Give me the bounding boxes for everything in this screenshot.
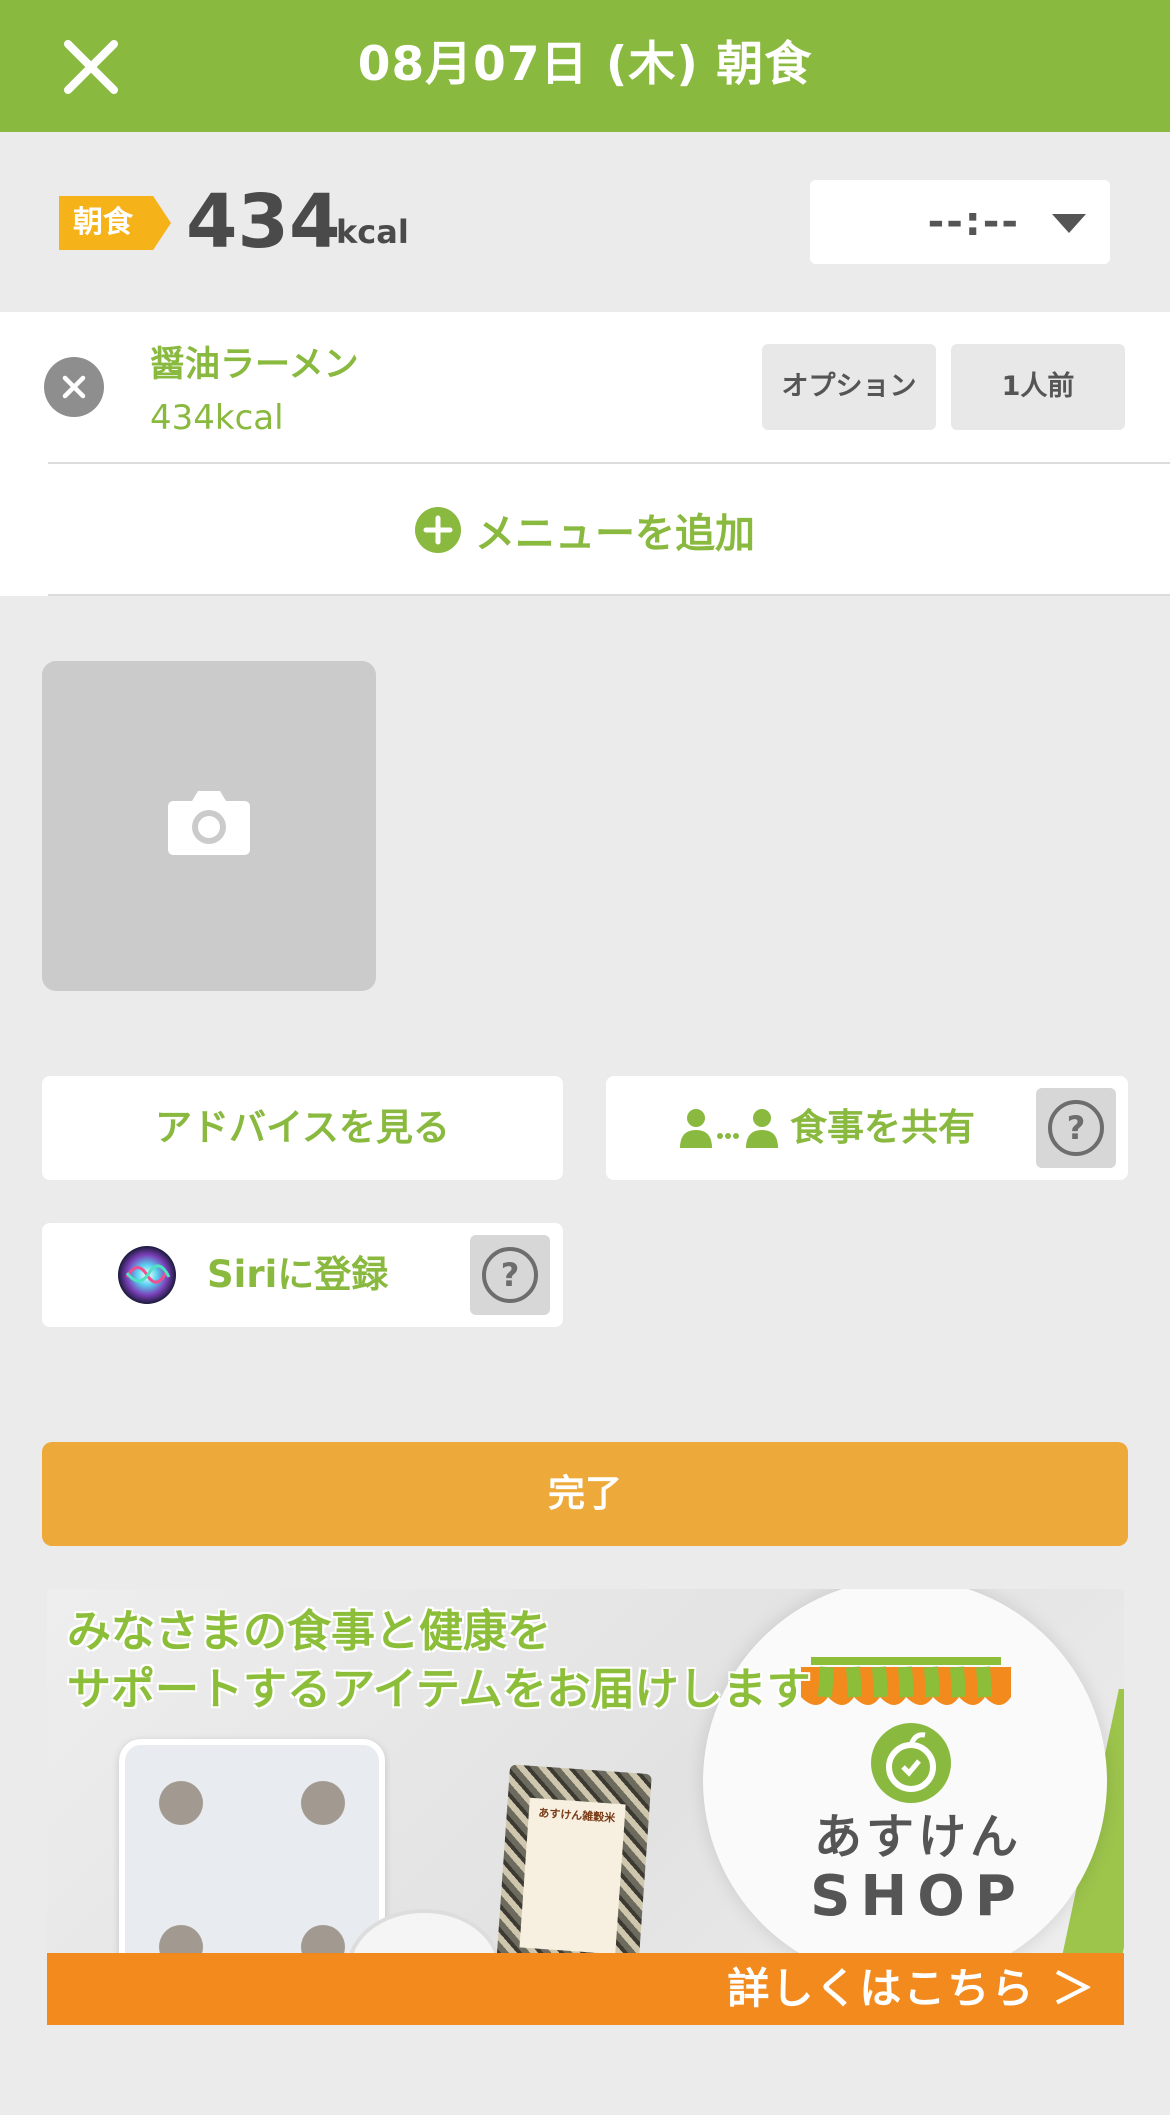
view-advice-button[interactable]: アドバイスを見る <box>42 1076 563 1180</box>
plus-circle-icon <box>415 507 461 553</box>
time-select[interactable]: --:-- <box>810 180 1110 264</box>
total-calories: 434 <box>186 179 341 265</box>
svg-text:?: ? <box>1067 1109 1086 1147</box>
calorie-unit: kcal <box>336 213 409 251</box>
option-button[interactable]: オプション <box>762 344 936 430</box>
chevron-down-icon <box>1052 214 1086 233</box>
shop-name: あすけん <box>813 1809 1022 1865</box>
grain-pack-title: あすけん雑穀米 <box>537 1806 616 1825</box>
scale-pad <box>301 1781 345 1825</box>
page-title: 08月07日 (木) 朝食 <box>357 37 813 92</box>
serving-button[interactable]: 1人前 <box>951 344 1125 430</box>
siri-help-button[interactable]: ? <box>470 1235 550 1315</box>
shop-awning-icon <box>801 1657 1011 1705</box>
food-item-kcal: 434kcal <box>150 398 284 438</box>
divider <box>48 594 1170 596</box>
banner-headline-line2: サポートするアイテムをお届けします <box>67 1664 811 1715</box>
add-menu-label: メニューを追加 <box>475 511 755 557</box>
done-button[interactable]: 完了 <box>42 1442 1128 1546</box>
svg-text:?: ? <box>501 1256 520 1294</box>
banner-headline-line1: みなさまの食事と健康を <box>67 1606 551 1657</box>
remove-item-button[interactable] <box>44 357 104 417</box>
banner-cta-link[interactable]: 詳しくはこちら ＞ <box>727 1961 1096 2017</box>
shop-logo-icon <box>871 1723 951 1803</box>
share-meal-label: 食事を共有 <box>790 1106 975 1149</box>
add-photo-button[interactable] <box>42 661 376 991</box>
share-help-button[interactable]: ? <box>1036 1088 1116 1168</box>
add-menu-button[interactable]: メニューを追加 <box>0 466 1170 594</box>
siri-register-label: Siriに登録 <box>207 1253 389 1296</box>
food-item-list: 醤油ラーメン 434kcal オプション 1人前 メニューを追加 <box>0 312 1170 596</box>
grain-pack-label: あすけん雑穀米 <box>519 1797 626 1955</box>
food-item-name[interactable]: 醤油ラーメン <box>150 342 359 388</box>
view-advice-label: アドバイスを見る <box>155 1106 450 1149</box>
scale-pad <box>159 1781 203 1825</box>
camera-icon <box>168 791 250 855</box>
siri-register-button[interactable]: Siriに登録 ? <box>42 1223 563 1327</box>
time-value: --:-- <box>927 199 1020 245</box>
meal-summary: 朝食 434 kcal --:-- <box>0 132 1170 312</box>
share-meal-button[interactable]: 食事を共有 ? <box>606 1076 1128 1180</box>
divider <box>48 462 1170 464</box>
meal-type-badge: 朝食 <box>59 196 171 250</box>
close-icon <box>62 375 86 399</box>
shop-sub: SHOP <box>810 1864 1026 1929</box>
question-circle-icon: ? <box>482 1247 538 1303</box>
question-circle-icon: ? <box>1048 1100 1104 1156</box>
shop-banner[interactable]: あすけん SHOP みなさまの食事と健康を サポートするアイテムをお届けします … <box>47 1589 1124 2025</box>
siri-icon <box>118 1246 176 1304</box>
top-bar: 08月07日 (木) 朝食 <box>0 0 1170 132</box>
share-people-icon <box>680 1109 778 1148</box>
banner-headline: みなさまの食事と健康を サポートするアイテムをお届けします <box>67 1603 811 1719</box>
